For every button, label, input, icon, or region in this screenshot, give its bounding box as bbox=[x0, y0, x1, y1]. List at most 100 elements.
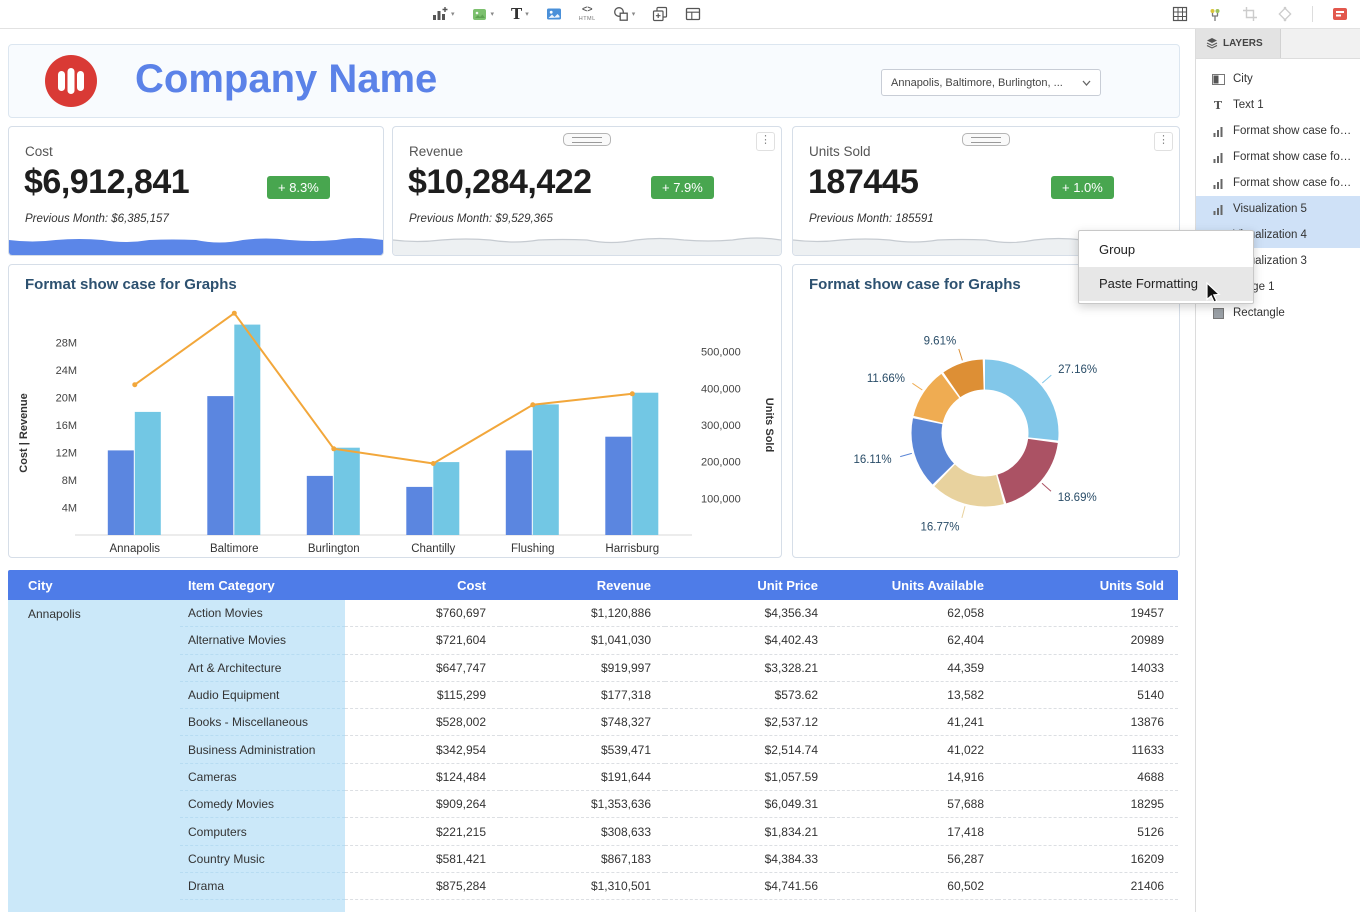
layer-item-format-show-case-for[interactable]: Format show case for ... bbox=[1196, 170, 1360, 196]
layer-item-text-1[interactable]: TText 1 bbox=[1196, 92, 1360, 118]
table-row[interactable]: Business Administration$342,954$539,471$… bbox=[8, 736, 1178, 763]
svg-text:Flushing: Flushing bbox=[511, 543, 554, 555]
layer-item-city[interactable]: City bbox=[1196, 66, 1360, 92]
cell-value: 11633 bbox=[998, 736, 1178, 763]
menu-item-paste-formatting[interactable]: Paste Formatting bbox=[1079, 267, 1253, 301]
layers-panel-header: LAYERS bbox=[1196, 28, 1360, 59]
table-row[interactable]: Cameras$124,484$191,644$1,057.5914,91646… bbox=[8, 764, 1178, 791]
svg-text:16M: 16M bbox=[56, 420, 77, 432]
combo-chart-card[interactable]: Format show case for Graphs 4M8M12M16M20… bbox=[8, 264, 782, 558]
drag-handle[interactable] bbox=[962, 133, 1010, 146]
image-tool-button[interactable] bbox=[546, 6, 562, 22]
column-header-units-sold[interactable]: Units Sold bbox=[998, 570, 1178, 600]
cell-value: 5126 bbox=[998, 818, 1178, 845]
column-header-revenue[interactable]: Revenue bbox=[500, 570, 665, 600]
cell-city bbox=[8, 682, 180, 709]
kpi-previous-month: Previous Month: $9,529,365 bbox=[409, 213, 553, 225]
column-header-cost[interactable]: Cost bbox=[345, 570, 500, 600]
table-row[interactable]: Audio Equipment$115,299$177,318$573.6213… bbox=[8, 682, 1178, 709]
cell-value: $721,604 bbox=[345, 627, 500, 654]
crop-button[interactable] bbox=[1242, 6, 1258, 22]
svg-text:16.77%: 16.77% bbox=[920, 522, 959, 534]
grid-view-button[interactable] bbox=[1172, 6, 1188, 22]
combo-chart[interactable]: 4M8M12M16M20M24M28M100,000200,000300,000… bbox=[11, 295, 779, 558]
svg-text:9.61%: 9.61% bbox=[924, 335, 957, 347]
cell-value: $115,299 bbox=[345, 682, 500, 709]
html-tool-button[interactable]: <> HTML bbox=[579, 5, 596, 23]
svg-text:200,000: 200,000 bbox=[701, 457, 741, 469]
column-header-item-category[interactable]: Item Category bbox=[180, 570, 345, 600]
column-header-city[interactable]: City bbox=[8, 570, 180, 600]
table-row[interactable]: Country Music$581,421$867,183$4,384.3356… bbox=[8, 846, 1178, 873]
kpi-card-cost[interactable]: Cost $6,912,841 + 8.3% Previous Month: $… bbox=[8, 126, 384, 256]
table-row[interactable]: AnnapolisAction Movies$760,697$1,120,886… bbox=[8, 600, 1178, 627]
shapes-icon bbox=[613, 6, 629, 22]
table-row[interactable]: Art & Architecture$647,747$919,997$3,328… bbox=[8, 655, 1178, 682]
cell-value: 13876 bbox=[998, 709, 1178, 736]
cell-value: $1,041,030 bbox=[500, 627, 665, 654]
transform-button[interactable] bbox=[1277, 6, 1293, 22]
layers-panel-title: LAYERS bbox=[1223, 38, 1263, 49]
dashboard-header-card[interactable]: Company Name Annapolis, Baltimore, Burli… bbox=[8, 44, 1180, 118]
kpi-value: 187445 bbox=[808, 163, 918, 202]
card-menu-button[interactable]: ⋮ bbox=[1154, 132, 1173, 151]
donut-chart-card[interactable]: 27.16%18.69%16.77%16.11%11.66%9.61% Form… bbox=[792, 264, 1180, 558]
svg-text:Units Sold: Units Sold bbox=[763, 398, 775, 452]
kpi-card-revenue[interactable]: ⋮ Revenue $10,284,422 + 7.9% Previous Mo… bbox=[392, 126, 782, 256]
cell-value: $221,215 bbox=[345, 818, 500, 845]
menu-item-group[interactable]: Group bbox=[1079, 233, 1253, 267]
cell-value: $748,327 bbox=[500, 709, 665, 736]
column-header-unit-price[interactable]: Unit Price bbox=[665, 570, 832, 600]
cell-city bbox=[8, 873, 180, 900]
card-menu-button[interactable]: ⋮ bbox=[756, 132, 775, 151]
column-header-units-available[interactable]: Units Available bbox=[832, 570, 998, 600]
shapes-tool-button[interactable]: ▾ bbox=[613, 6, 636, 22]
layout-tool-button[interactable] bbox=[685, 6, 701, 22]
cell-city bbox=[8, 655, 180, 682]
table-row[interactable]: Drama$875,284$1,310,501$4,741.5660,50221… bbox=[8, 873, 1178, 900]
cell-item-category: Books - Miscellaneous bbox=[180, 709, 345, 736]
chart-icon bbox=[1211, 126, 1225, 137]
cell-value: $1,310,501 bbox=[500, 873, 665, 900]
chevron-down-icon bbox=[1082, 80, 1091, 86]
layer-item-visualization-5[interactable]: Visualization 5 bbox=[1196, 196, 1360, 222]
svg-text:300,000: 300,000 bbox=[701, 420, 741, 432]
layer-item-format-show-case-for[interactable]: Format show case for ... bbox=[1196, 118, 1360, 144]
toolbar-divider bbox=[1312, 6, 1313, 22]
layer-item-label: Visualization 5 bbox=[1233, 203, 1307, 215]
svg-text:28M: 28M bbox=[56, 338, 77, 350]
add-chart-icon bbox=[432, 6, 448, 22]
cell-city: Annapolis bbox=[8, 600, 180, 627]
dashboard-canvas[interactable]: Company Name Annapolis, Baltimore, Burli… bbox=[0, 28, 1196, 912]
cell-value: $581,421 bbox=[345, 846, 500, 873]
table-row[interactable]: Alternative Movies$721,604$1,041,030$4,4… bbox=[8, 627, 1178, 654]
cell-value: 4688 bbox=[998, 764, 1178, 791]
donut-chart[interactable]: 27.16%18.69%16.77%16.11%11.66%9.61% bbox=[793, 265, 1177, 558]
duplicate-button[interactable] bbox=[652, 6, 668, 22]
table-row[interactable]: Books - Miscellaneous$528,002$748,327$2,… bbox=[8, 709, 1178, 736]
data-table[interactable]: CityItem CategoryCostRevenueUnit PriceUn… bbox=[8, 570, 1178, 912]
svg-text:8M: 8M bbox=[62, 475, 77, 487]
image-icon bbox=[546, 6, 562, 22]
svg-text:4M: 4M bbox=[62, 503, 77, 515]
present-button[interactable] bbox=[1332, 6, 1348, 22]
city-filter-dropdown[interactable]: Annapolis, Baltimore, Burlington, ... bbox=[881, 69, 1101, 96]
cell-value: 18295 bbox=[998, 791, 1178, 818]
table-row[interactable]: Comedy Movies$909,264$1,353,636$6,049.31… bbox=[8, 791, 1178, 818]
cell-item-category: Computers bbox=[180, 818, 345, 845]
color-swatch-icon bbox=[472, 7, 488, 22]
layout-icon bbox=[685, 6, 701, 22]
text-tool-button[interactable]: T ▾ bbox=[511, 7, 529, 22]
table-row[interactable]: Computers$221,215$308,633$1,834.2117,418… bbox=[8, 818, 1178, 845]
svg-text:100,000: 100,000 bbox=[701, 493, 741, 505]
color-picker-button[interactable]: ▾ bbox=[472, 7, 495, 22]
add-visualization-button[interactable]: ▾ bbox=[432, 6, 455, 22]
layers-tab[interactable]: LAYERS bbox=[1196, 28, 1281, 58]
cell-item-category: Business Administration bbox=[180, 736, 345, 763]
layer-item-format-show-case-for[interactable]: Format show case for ... bbox=[1196, 144, 1360, 170]
cell-value: $177,318 bbox=[500, 682, 665, 709]
drag-handle[interactable] bbox=[563, 133, 611, 146]
interactions-button[interactable] bbox=[1207, 6, 1223, 22]
cell-value: $647,747 bbox=[345, 655, 500, 682]
cell-city bbox=[8, 846, 180, 873]
